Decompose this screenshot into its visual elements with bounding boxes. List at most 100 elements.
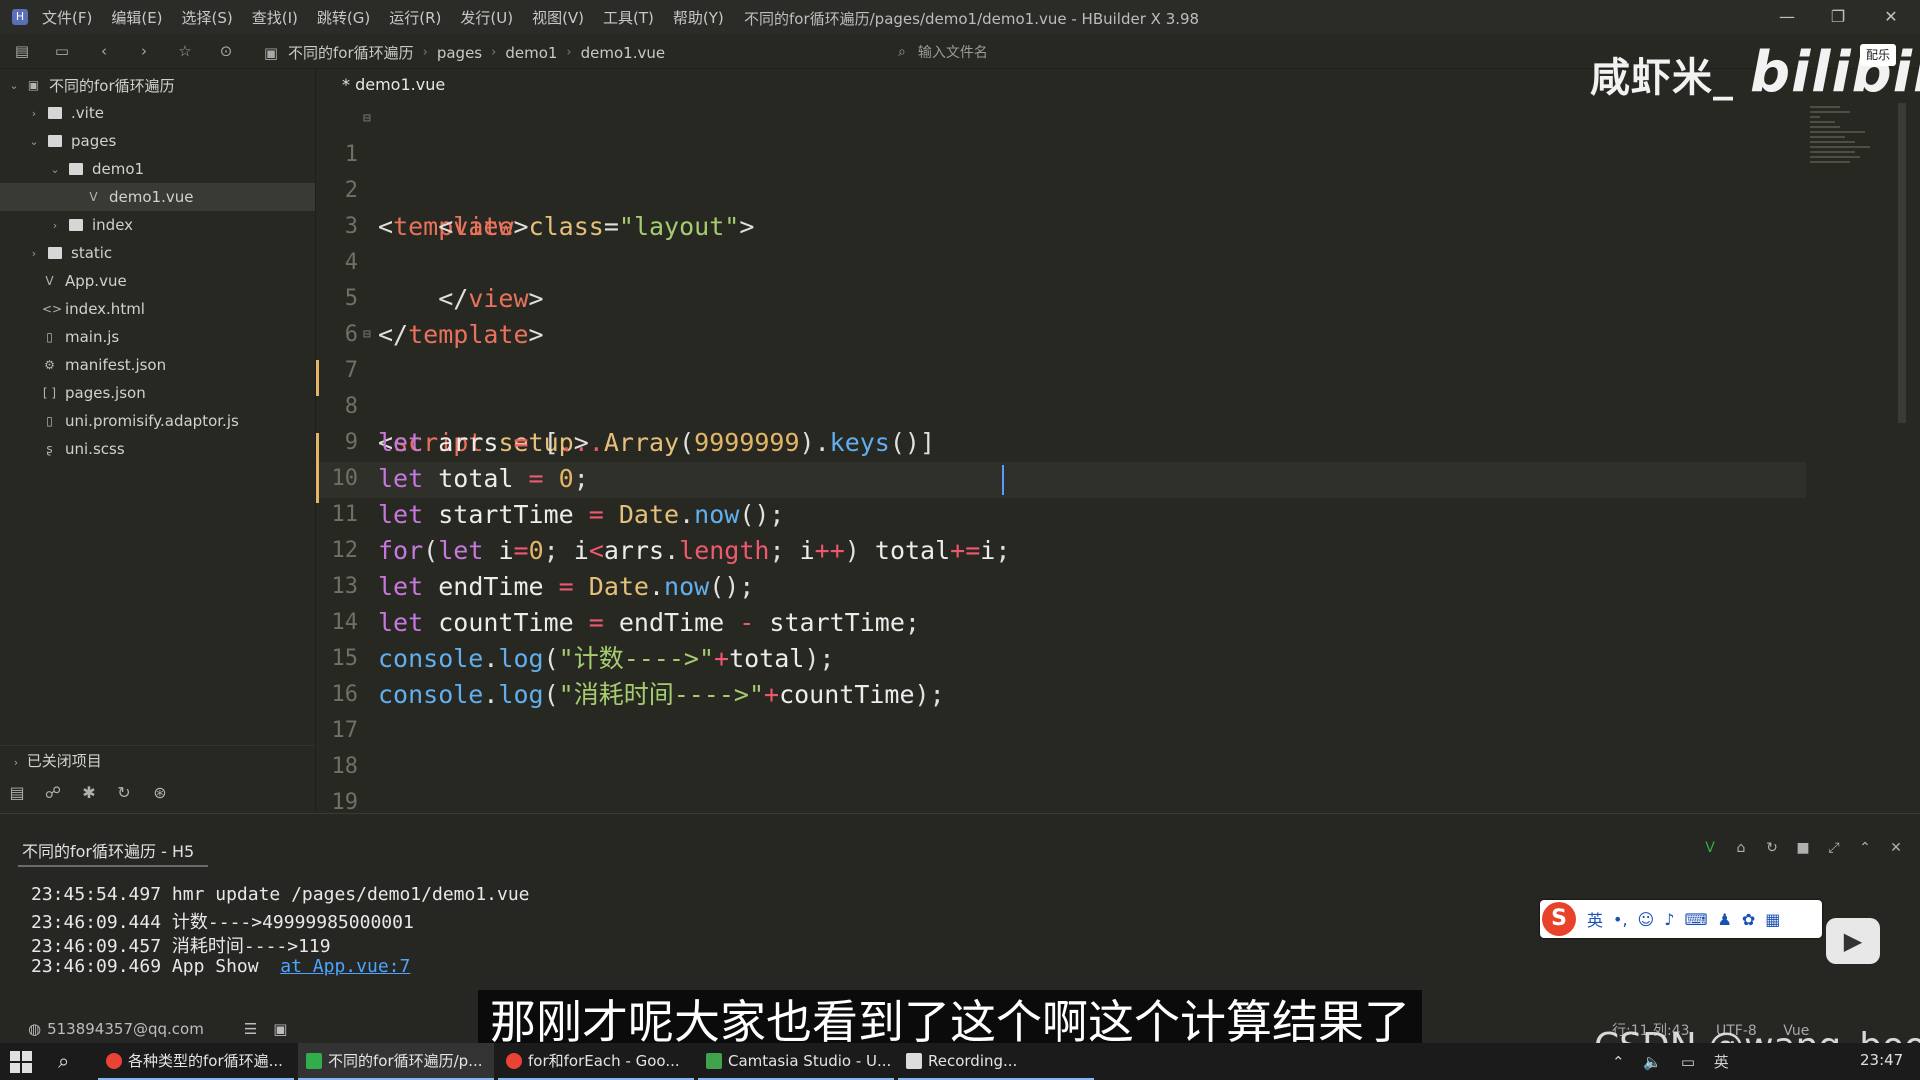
fold-icon[interactable]: ⊟ bbox=[363, 317, 371, 353]
vertical-scrollbar[interactable] bbox=[1898, 103, 1906, 423]
close-icon[interactable]: ✕ bbox=[1876, 4, 1906, 30]
close-icon[interactable]: ✕ bbox=[1886, 838, 1906, 858]
status-user[interactable]: ◍ 513894357@qq.com ☰ ▣ bbox=[28, 1020, 287, 1038]
keyboard-icon[interactable]: ⌨ bbox=[1684, 910, 1707, 929]
tree-item-pages-json[interactable]: [ ] pages.json bbox=[0, 379, 315, 407]
menu-file[interactable]: 文件(F) bbox=[42, 7, 92, 28]
tree-item-vite[interactable]: › .vite bbox=[0, 99, 315, 127]
skin-icon[interactable]: ✿ bbox=[1742, 910, 1755, 929]
debug-icon[interactable]: ✱ bbox=[78, 782, 100, 804]
code-line: 16 bbox=[316, 641, 376, 707]
tree-item-manifest[interactable]: ⚙ manifest.json bbox=[0, 351, 315, 379]
tree-item-uni-scss[interactable]: ʂ uni.scss bbox=[0, 435, 315, 463]
forward-icon[interactable]: › bbox=[134, 41, 154, 61]
clock[interactable]: 23:47 bbox=[1860, 1051, 1903, 1069]
chevron-right-icon: › bbox=[422, 45, 428, 60]
refresh-icon[interactable]: ↻ bbox=[1762, 838, 1782, 858]
task-hbuilder[interactable]: 不同的for循环遍历/p... bbox=[298, 1043, 494, 1080]
console-title[interactable]: 不同的for循环遍历 - H5 bbox=[22, 838, 194, 862]
code-line: 13 let countTime = endTime - startTime; bbox=[316, 533, 920, 637]
task-chrome-2[interactable]: for和forEach - Goo... bbox=[498, 1043, 694, 1080]
emoji-icon[interactable]: ☺ bbox=[1638, 910, 1655, 929]
network-icon[interactable]: ▭ bbox=[1681, 1053, 1695, 1071]
apps-grid-icon[interactable]: ▦ bbox=[1765, 910, 1780, 929]
console-line: 23:46:09.457 消耗时间---->119 bbox=[31, 936, 331, 957]
ime-toolbar[interactable]: S 英 •, ☺ ♪ ⌨ ♟ ✿ ▦ bbox=[1540, 900, 1822, 938]
task-chrome-1[interactable]: 各种类型的for循环遍... bbox=[98, 1043, 294, 1080]
maximize-icon[interactable]: ⤢ bbox=[1824, 838, 1844, 858]
run-icon[interactable]: ⊙ bbox=[216, 41, 236, 61]
menu-view[interactable]: 视图(V) bbox=[532, 7, 584, 28]
breadcrumb-file[interactable]: demo1.vue bbox=[581, 44, 665, 62]
code-editor[interactable]: 1 ⊟ <template> 2 <view class="layout"> 3… bbox=[316, 103, 1906, 813]
js-file-icon: ▯ bbox=[46, 330, 53, 344]
menu-select[interactable]: 选择(S) bbox=[182, 7, 233, 28]
file-search[interactable]: ⌕ 输入文件名 bbox=[898, 42, 988, 62]
stop-icon[interactable]: ■ bbox=[1793, 838, 1813, 858]
chevron-right-icon: › bbox=[52, 218, 58, 232]
tray-lang[interactable]: 英 bbox=[1714, 1053, 1729, 1071]
tree-item-index[interactable]: › index bbox=[0, 211, 315, 239]
terminal-icon[interactable]: ▣ bbox=[273, 1020, 287, 1038]
tree-item-main-js[interactable]: ▯ main.js bbox=[0, 323, 315, 351]
tree-item-pages[interactable]: ⌄ pages bbox=[0, 127, 315, 155]
tree-item-demo1-vue[interactable]: V demo1.vue bbox=[0, 183, 315, 211]
play-icon[interactable]: ▶ bbox=[1826, 918, 1880, 964]
star-icon[interactable]: ☆ bbox=[175, 41, 195, 61]
windows-start-icon[interactable] bbox=[10, 1051, 32, 1073]
html-file-icon: <> bbox=[42, 302, 63, 316]
lock-icon[interactable]: ⌂ bbox=[1731, 838, 1751, 858]
console-source-link[interactable]: at App.vue:7 bbox=[280, 956, 410, 977]
code-line: 5 </template> bbox=[316, 245, 544, 349]
menu-edit[interactable]: 编辑(E) bbox=[111, 7, 162, 28]
tree-project-root[interactable]: ⌄ ▣ 不同的for循环遍历 bbox=[0, 71, 315, 99]
chevron-up-icon[interactable]: ⌃ bbox=[1612, 1053, 1625, 1071]
list-icon[interactable]: ☰ bbox=[244, 1020, 257, 1038]
task-recording[interactable]: Recording... bbox=[898, 1043, 1094, 1080]
attr-value: "layout" bbox=[618, 212, 740, 241]
tree-item-promisify[interactable]: ▯ uni.promisify.adaptor.js bbox=[0, 407, 315, 435]
tree-item-static[interactable]: › static bbox=[0, 239, 315, 267]
back-icon[interactable]: ‹ bbox=[94, 41, 114, 61]
menu-goto[interactable]: 跳转(G) bbox=[317, 7, 370, 28]
tree-item-app-vue[interactable]: V App.vue bbox=[0, 267, 315, 295]
closed-projects[interactable]: › 已关闭项目 bbox=[10, 750, 102, 771]
tab-demo1-vue[interactable]: * demo1.vue bbox=[328, 69, 460, 103]
ime-lang[interactable]: 英 bbox=[1587, 907, 1603, 931]
menu-help[interactable]: 帮助(Y) bbox=[673, 7, 724, 28]
save-icon[interactable]: ▭ bbox=[52, 41, 72, 61]
menu-tools[interactable]: 工具(T) bbox=[603, 7, 654, 28]
menu-publish[interactable]: 发行(U) bbox=[460, 7, 513, 28]
breadcrumb-project[interactable]: 不同的for循环遍历 bbox=[288, 42, 414, 63]
project-manager-icon[interactable]: ▤ bbox=[6, 782, 28, 804]
ime-punct[interactable]: •, bbox=[1613, 910, 1628, 929]
code-line: 20 bbox=[316, 785, 376, 813]
collapse-icon[interactable]: ⌃ bbox=[1855, 838, 1875, 858]
task-camtasia[interactable]: Camtasia Studio - U... bbox=[698, 1043, 894, 1080]
microphone-icon[interactable]: ♪ bbox=[1664, 910, 1674, 929]
vue-devtools-icon[interactable]: V bbox=[1700, 838, 1720, 858]
volume-icon[interactable]: 🔈 bbox=[1643, 1053, 1662, 1071]
minimap[interactable] bbox=[1810, 103, 1900, 183]
restore-icon[interactable]: ❐ bbox=[1823, 4, 1853, 30]
code-number: 9999999 bbox=[694, 428, 800, 457]
tree-item-demo1[interactable]: ⌄ demo1 bbox=[0, 155, 315, 183]
minimize-icon[interactable]: — bbox=[1772, 4, 1802, 30]
breadcrumb-demo1[interactable]: demo1 bbox=[505, 44, 557, 62]
breadcrumb-pages[interactable]: pages bbox=[437, 44, 482, 62]
tree-item-index-html[interactable]: <> index.html bbox=[0, 295, 315, 323]
uploader-name: 咸虾米_ bbox=[1590, 55, 1734, 101]
binoculars-icon[interactable]: ☍ bbox=[42, 782, 64, 804]
scss-file-icon: ʂ bbox=[46, 442, 53, 456]
new-file-icon[interactable]: ▤ bbox=[12, 41, 32, 61]
user-icon[interactable]: ♟ bbox=[1718, 910, 1732, 929]
plugin-icon[interactable]: ⊛ bbox=[149, 782, 171, 804]
menu-run[interactable]: 运行(R) bbox=[389, 7, 441, 28]
search-icon[interactable]: ⌕ bbox=[58, 1049, 69, 1073]
project-icon: ▣ bbox=[263, 43, 279, 62]
fold-icon[interactable]: ⊟ bbox=[363, 103, 371, 137]
attr-class: class bbox=[528, 212, 604, 241]
file-search-input[interactable]: 输入文件名 bbox=[918, 42, 988, 62]
menu-find[interactable]: 查找(I) bbox=[252, 7, 298, 28]
refresh-icon[interactable]: ↻ bbox=[113, 782, 135, 804]
